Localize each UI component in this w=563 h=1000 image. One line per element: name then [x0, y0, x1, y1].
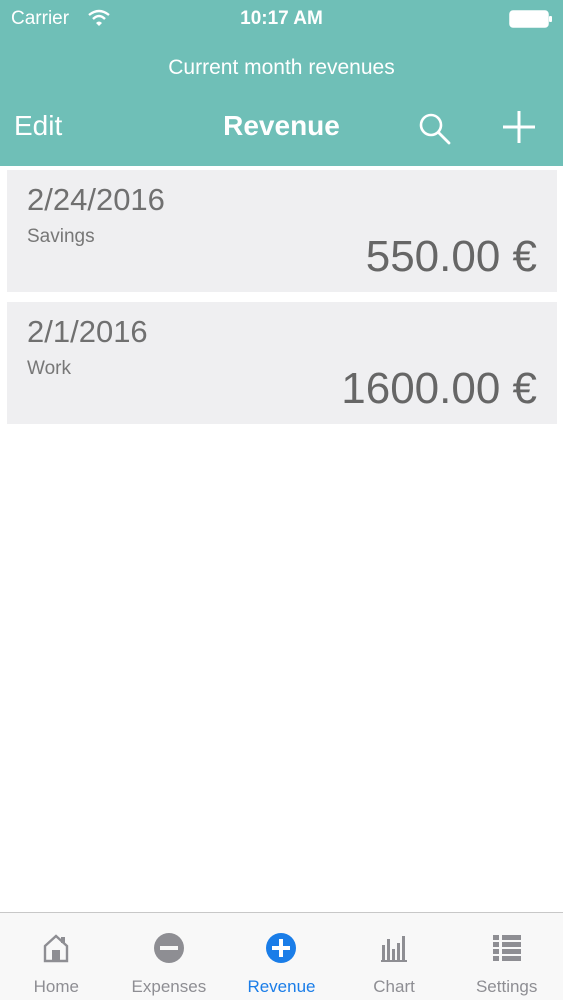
tab-settings[interactable]: Settings	[450, 913, 563, 1000]
tab-bar: Home Expenses Revenue Chart Settings	[0, 912, 563, 1000]
tab-label: Revenue	[247, 977, 316, 996]
entry-category: Savings	[27, 226, 95, 247]
entry-amount: 550.00 €	[365, 232, 537, 281]
plus-circle-icon	[266, 933, 297, 963]
home-icon	[44, 934, 69, 963]
status-time: 10:17 AM	[240, 8, 323, 29]
entry-amount: 1600.00 €	[341, 364, 537, 413]
tab-chart[interactable]: Chart	[338, 913, 451, 1000]
tab-label: Expenses	[131, 977, 207, 996]
battery-icon	[509, 10, 552, 28]
list-icon	[492, 935, 521, 961]
entry-date: 2/24/2016	[27, 182, 165, 217]
status-bar: Carrier 10:17 AM	[0, 0, 563, 40]
entry-date: 2/1/2016	[27, 314, 148, 349]
tab-home[interactable]: Home	[0, 913, 113, 1000]
header-subtitle: Current month revenues	[168, 56, 395, 79]
search-icon[interactable]	[416, 110, 452, 146]
list-item[interactable]: 2/1/2016 Work 1600.00 €	[7, 302, 557, 424]
tab-label: Settings	[475, 977, 538, 996]
entry-category: Work	[27, 358, 71, 379]
revenue-screen: Carrier 10:17 AM Current month revenues …	[0, 0, 563, 1000]
list-item[interactable]: 2/24/2016 Savings 550.00 €	[7, 170, 557, 292]
tab-revenue[interactable]: Revenue	[225, 913, 338, 1000]
minus-circle-icon	[153, 933, 184, 963]
tab-label: Home	[33, 977, 79, 996]
tab-expenses[interactable]: Expenses	[113, 913, 226, 1000]
bar-chart-icon	[381, 936, 408, 962]
plus-icon[interactable]	[500, 108, 538, 146]
header: Carrier 10:17 AM Current month revenues …	[0, 0, 563, 166]
revenue-list: 2/24/2016 Savings 550.00 € 2/1/2016 Work…	[0, 170, 563, 434]
nav-bar: Edit Revenue	[0, 106, 563, 152]
page-title: Revenue	[223, 110, 340, 141]
tab-label: Chart	[373, 977, 415, 996]
